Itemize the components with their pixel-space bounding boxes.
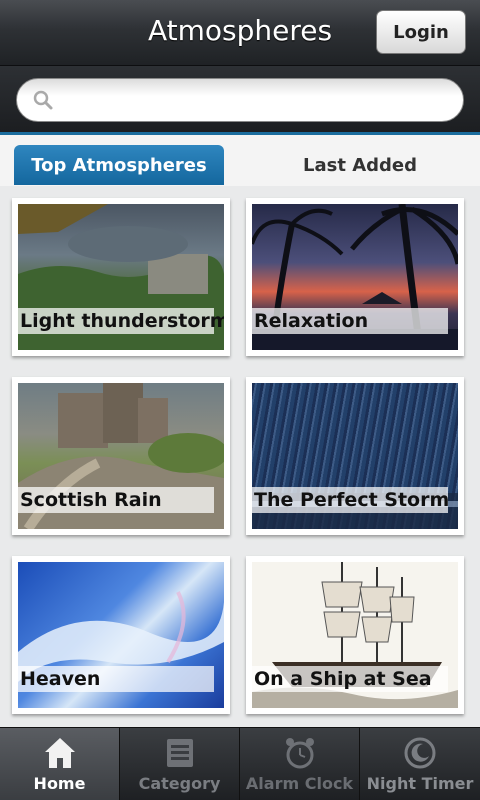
nav-category[interactable]: Category	[120, 728, 240, 800]
tile-image: On a Ship at Sea	[252, 562, 458, 708]
tile-label: Light thunderstorm	[18, 308, 224, 334]
tile-image: The Perfect Storm	[252, 383, 458, 529]
tile-label: On a Ship at Sea	[252, 666, 448, 692]
search-input[interactable]	[16, 78, 464, 122]
tile-image: Scottish Rain	[18, 383, 224, 529]
tile-label: Relaxation	[252, 308, 448, 334]
tile-image: Relaxation	[252, 204, 458, 350]
nav-night-timer[interactable]: Night Timer	[360, 728, 480, 800]
atmosphere-tile-heaven[interactable]: Heaven	[12, 556, 230, 714]
atmosphere-tile-light-thunderstorm[interactable]: Light thunderstorm	[12, 198, 230, 356]
tile-label: Heaven	[18, 666, 214, 692]
atmosphere-tile-scottish-rain[interactable]: Scottish Rain	[12, 377, 230, 535]
nav-label: Night Timer	[366, 774, 474, 793]
nav-home[interactable]: Home	[0, 728, 120, 800]
tile-image: Heaven	[18, 562, 224, 708]
nav-label: Home	[33, 774, 86, 793]
category-icon	[166, 739, 193, 767]
tile-label: Scottish Rain	[18, 487, 214, 513]
home-icon	[44, 738, 75, 768]
atmosphere-tile-relaxation[interactable]: Relaxation	[246, 198, 464, 356]
tile-image: Light thunderstorm	[18, 204, 224, 350]
nav-label: Alarm Clock	[245, 774, 354, 793]
top-bar: Atmospheres Login	[0, 0, 480, 66]
search-icon	[33, 90, 53, 110]
atmosphere-tile-the-perfect-storm[interactable]: The Perfect Storm	[246, 377, 464, 535]
atmosphere-tile-on-a-ship-at-sea[interactable]: On a Ship at Sea	[246, 556, 464, 714]
alarm-clock-icon	[285, 738, 314, 769]
search-bar	[0, 66, 480, 132]
login-button[interactable]: Login	[376, 10, 466, 54]
tile-label: The Perfect Storm	[252, 487, 450, 513]
tab-bar: Top Atmospheres Last Added	[0, 132, 480, 186]
nav-alarm-clock[interactable]: Alarm Clock	[240, 728, 360, 800]
tab-top-atmospheres[interactable]: Top Atmospheres	[14, 145, 224, 185]
bottom-nav: Home Category Alarm Clock Night Timer	[0, 727, 480, 800]
nav-label: Category	[138, 774, 221, 793]
night-timer-icon	[404, 737, 436, 769]
tab-last-added[interactable]: Last Added	[240, 145, 480, 185]
